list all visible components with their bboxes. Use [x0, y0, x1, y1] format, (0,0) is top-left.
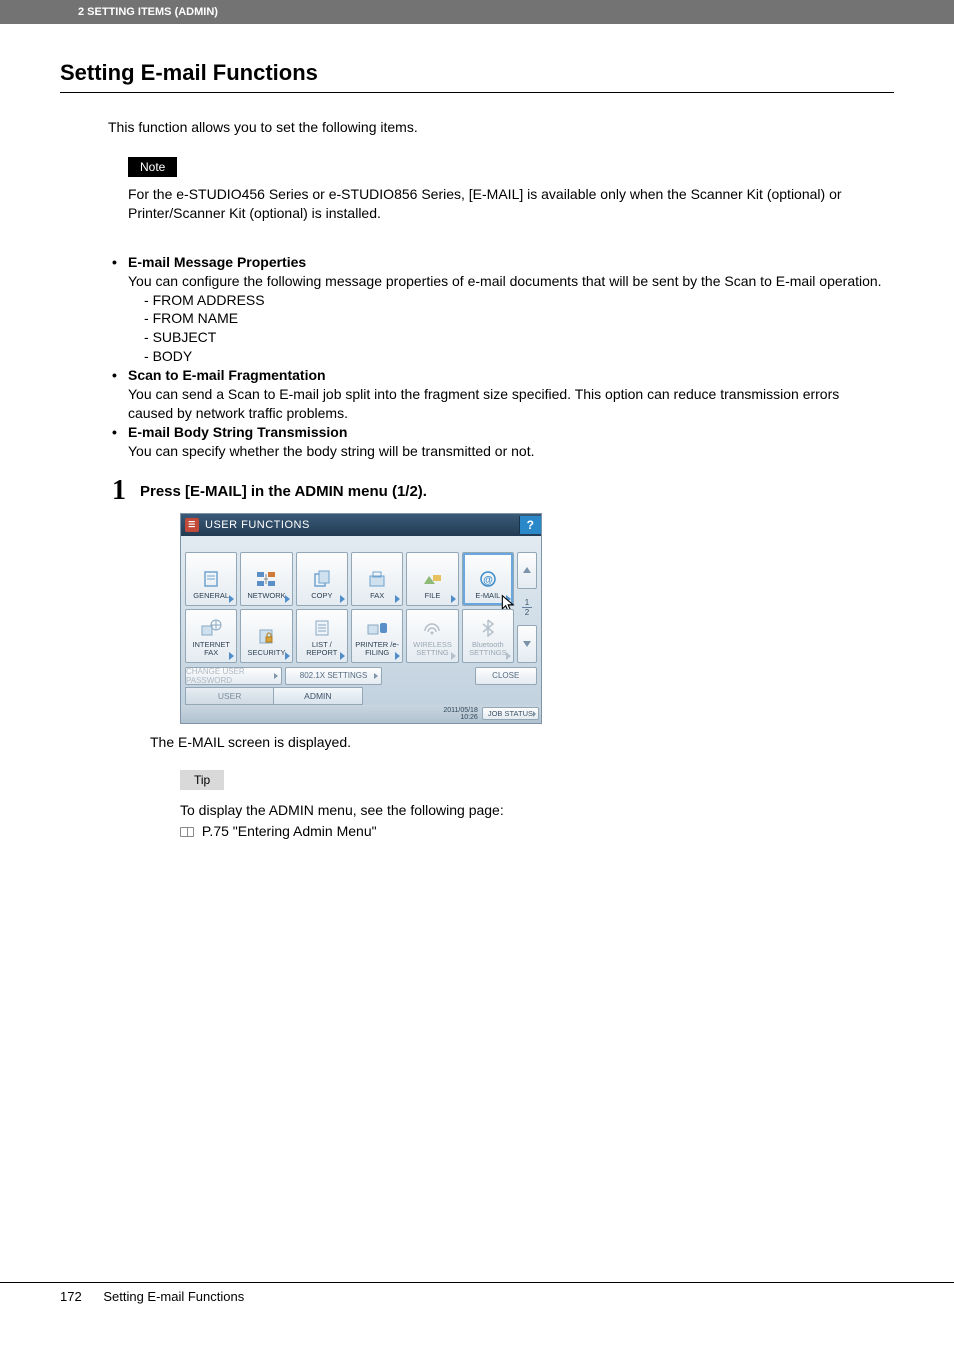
- dash-item: FROM NAME: [144, 309, 886, 328]
- tile-copy[interactable]: COPY: [296, 552, 348, 606]
- email-icon: @: [477, 569, 499, 589]
- svg-text:@: @: [483, 575, 493, 586]
- tile-general[interactable]: GENERAL: [185, 552, 237, 606]
- panel-title: USER FUNCTIONS: [205, 519, 310, 531]
- copy-icon: [311, 569, 333, 589]
- tile-network[interactable]: NETWORK: [240, 552, 292, 606]
- tile-label: SECURITY: [248, 649, 286, 657]
- touch-panel-figure: ☰ USER FUNCTIONS ? GENERAL: [180, 513, 894, 724]
- list-report-icon: [311, 618, 333, 638]
- page-footer: 172 Setting E-mail Functions: [0, 1283, 954, 1304]
- tip-line1: To display the ADMIN menu, see the follo…: [180, 800, 894, 821]
- change-password-button[interactable]: CHANGE USER PASSWORD: [185, 667, 282, 685]
- button-label: CHANGE USER PASSWORD: [186, 667, 281, 685]
- bullet-head: E-mail Message Properties: [128, 254, 306, 270]
- tile-bluetooth[interactable]: Bluetooth SETTINGS: [462, 609, 514, 663]
- touch-panel: ☰ USER FUNCTIONS ? GENERAL: [180, 513, 542, 724]
- tile-security[interactable]: SECURITY: [240, 609, 292, 663]
- tab-admin[interactable]: ADMIN: [274, 687, 362, 705]
- step-row: 1 Press [E-MAIL] in the ADMIN menu (1/2)…: [112, 477, 894, 505]
- bullet-body: You can specify whether the body string …: [128, 443, 534, 459]
- tip-line2: P.75 "Entering Admin Menu": [202, 823, 377, 839]
- bullet-head: Scan to E-mail Fragmentation: [128, 367, 326, 383]
- page-title: Setting E-mail Functions: [60, 60, 894, 86]
- tile-label: FAX: [370, 592, 384, 600]
- tile-list-report[interactable]: LIST / REPORT: [296, 609, 348, 663]
- tile-label: NETWORK: [247, 592, 285, 600]
- network-icon: [255, 569, 277, 589]
- button-label: 802.1X SETTINGS: [300, 671, 368, 680]
- bullet-item: • E-mail Body String Transmission You ca…: [112, 423, 886, 461]
- bullet-body: You can configure the following message …: [128, 273, 882, 289]
- scroll-up-button[interactable]: [517, 552, 537, 590]
- dash-item: BODY: [144, 347, 886, 366]
- wireless-icon: [421, 618, 443, 638]
- button-label: CLOSE: [492, 671, 519, 680]
- tile-label: FILE: [425, 592, 441, 600]
- help-button[interactable]: ?: [519, 516, 541, 534]
- security-icon: [255, 626, 277, 646]
- general-icon: [200, 569, 222, 589]
- panel-title-bar: ☰ USER FUNCTIONS ?: [181, 514, 541, 536]
- tip-body: To display the ADMIN menu, see the follo…: [180, 800, 894, 842]
- timestamp: 2011/05/18 10:26: [443, 707, 478, 721]
- dot1x-settings-button[interactable]: 802.1X SETTINGS: [285, 667, 382, 685]
- tile-label: E-MAIL: [475, 592, 500, 600]
- file-icon: [421, 569, 443, 589]
- bullet-list: • E-mail Message Properties You can conf…: [112, 253, 886, 461]
- scroll-down-button[interactable]: [517, 625, 537, 663]
- job-status-button[interactable]: JOB STATUS: [482, 707, 539, 720]
- printer-icon: [366, 618, 388, 638]
- bullet-item: • E-mail Message Properties You can conf…: [112, 253, 886, 366]
- tile-email[interactable]: @ E-MAIL: [462, 552, 514, 606]
- dash-item: SUBJECT: [144, 328, 886, 347]
- tile-label: COPY: [311, 592, 332, 600]
- page-number: 172: [60, 1289, 82, 1304]
- tab-user[interactable]: USER: [185, 687, 274, 705]
- tile-wireless[interactable]: WIRELESS SETTING: [406, 609, 458, 663]
- page-scroll: 1 2: [517, 552, 537, 663]
- tip-line2-row: P.75 "Entering Admin Menu": [180, 821, 894, 842]
- bluetooth-icon: [477, 618, 499, 638]
- bullet-item: • Scan to E-mail Fragmentation You can s…: [112, 366, 886, 423]
- footer-running-title: Setting E-mail Functions: [103, 1289, 244, 1304]
- internet-fax-icon: [200, 618, 222, 638]
- tile-file[interactable]: FILE: [406, 552, 458, 606]
- chapter-header: 2 SETTING ITEMS (ADMIN): [0, 0, 954, 24]
- dash-list: FROM ADDRESS FROM NAME SUBJECT BODY: [144, 291, 886, 367]
- dash-item: FROM ADDRESS: [144, 291, 886, 310]
- page-total: 2: [525, 608, 529, 617]
- tip-badge: Tip: [180, 770, 224, 790]
- bullet-body: You can send a Scan to E-mail job split …: [128, 386, 839, 421]
- note-badge: Note: [128, 157, 177, 177]
- tile-label: GENERAL: [193, 592, 229, 600]
- intro-text: This function allows you to set the foll…: [108, 119, 894, 135]
- bullet-head: E-mail Body String Transmission: [128, 424, 347, 440]
- step-number: 1: [112, 477, 126, 505]
- step-instruction: Press [E-MAIL] in the ADMIN menu (1/2).: [140, 483, 427, 500]
- fax-icon: [366, 569, 388, 589]
- note-body: For the e-STUDIO456 Series or e-STUDIO85…: [128, 185, 874, 223]
- tile-grid: GENERAL NETWORK COPY: [185, 552, 514, 663]
- tile-printer-efiling[interactable]: PRINTER /e-FILING: [351, 609, 403, 663]
- tile-internet-fax[interactable]: INTERNET FAX: [185, 609, 237, 663]
- book-icon: [180, 827, 194, 837]
- step-result-text: The E-MAIL screen is displayed.: [150, 734, 894, 750]
- close-button[interactable]: CLOSE: [475, 667, 537, 685]
- tile-fax[interactable]: FAX: [351, 552, 403, 606]
- page-current: 1: [525, 598, 529, 607]
- panel-app-icon: ☰: [185, 518, 199, 532]
- title-rule: [60, 92, 894, 93]
- page-indicator: 1 2: [517, 592, 537, 622]
